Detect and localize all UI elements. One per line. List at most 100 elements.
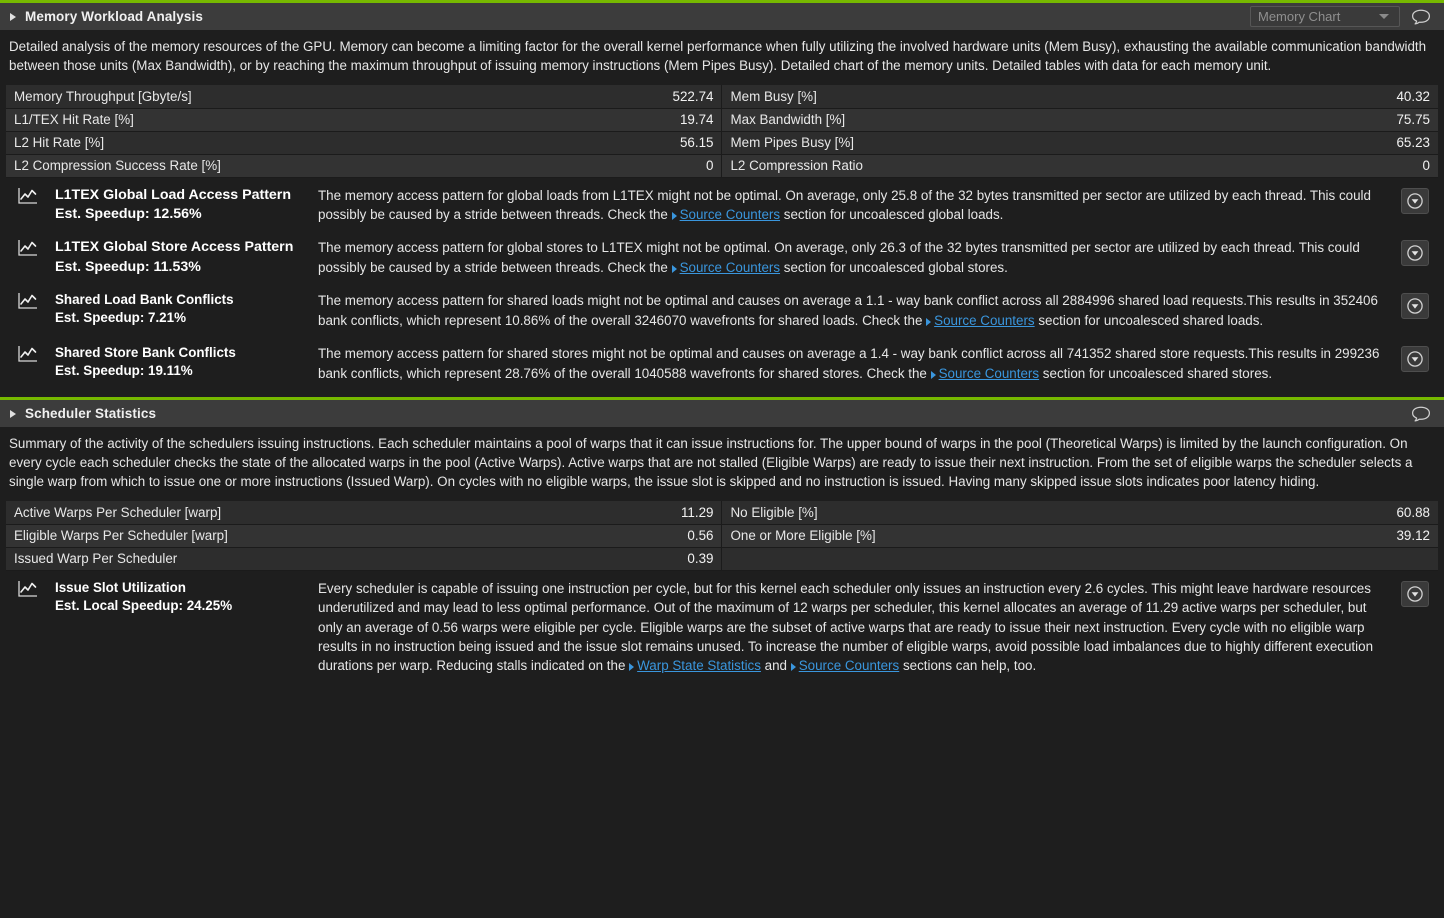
- recommendation-row: L1TEX Global Store Access Pattern Est. Sp…: [0, 238, 1444, 277]
- metric-value: 0.39: [385, 547, 723, 571]
- recommendations-list: Issue Slot Utilization Est. Local Speedup…: [0, 579, 1444, 676]
- recommendation-body: The memory access pattern for shared sto…: [318, 344, 1390, 383]
- metric-name: L1/TEX Hit Rate [%]: [6, 108, 386, 132]
- recommendation-gap: [0, 224, 1444, 238]
- metric-value: 0.56: [385, 524, 723, 548]
- recommendation-icon-cell: [0, 291, 55, 311]
- metric-name-secondary: Mem Busy [%]: [721, 85, 1102, 109]
- metric-value-secondary: 40.32: [1101, 85, 1438, 109]
- section-header-memory-workload-analysis[interactable]: Memory Workload Analysis Memory Chart: [0, 3, 1444, 30]
- metric-name: Issued Warp Per Scheduler: [6, 547, 386, 571]
- recommendation-action-cell: [1390, 344, 1440, 373]
- recommendation-expand-button[interactable]: [1401, 580, 1429, 607]
- section-link[interactable]: Warp State Statistics: [629, 658, 761, 673]
- table-row[interactable]: L2 Hit Rate [%] 56.15 Mem Pipes Busy [%] 65…: [6, 131, 1438, 155]
- triangle-right-icon: [790, 663, 796, 672]
- triangle-right-icon: [926, 317, 932, 326]
- recommendation-action-cell: [1390, 186, 1440, 214]
- speech-bubble-icon: [1411, 9, 1431, 25]
- metric-value-secondary: 39.12: [1101, 524, 1438, 548]
- section-title: Memory Workload Analysis: [25, 9, 203, 24]
- recommendation-action-cell: [1390, 579, 1440, 607]
- triangle-right-icon[interactable]: [10, 409, 16, 418]
- recommendation-action-cell: [1390, 291, 1440, 320]
- circle-chevron-down-icon: [1407, 298, 1423, 315]
- profiler-report-page: Memory Workload Analysis Memory Chart Deta…: [0, 0, 1444, 676]
- table-row[interactable]: Eligible Warps Per Scheduler [warp] 0.56 O…: [6, 524, 1438, 548]
- recommendation-speedup: Est. Speedup: 12.56%: [55, 205, 202, 222]
- metric-value-secondary: 65.23: [1101, 131, 1438, 155]
- recommendation-title-cell: Shared Load Bank Conflicts Est. Speedup: …: [55, 291, 318, 327]
- recommendation-expand-button[interactable]: [1401, 293, 1429, 320]
- recommendations-list: L1TEX Global Load Access Pattern Est. Spe…: [0, 186, 1444, 384]
- recommendation-title-cell: Issue Slot Utilization Est. Local Speedup…: [55, 579, 318, 615]
- section-link[interactable]: Source Counters: [930, 366, 1039, 381]
- line-chart-icon: [17, 346, 37, 362]
- table-row[interactable]: Active Warps Per Scheduler [warp] 11.29 No…: [6, 501, 1438, 525]
- metrics-table: Active Warps Per Scheduler [warp] 11.29 No…: [6, 501, 1438, 571]
- recommendation-row: Issue Slot Utilization Est. Local Speedup…: [0, 579, 1444, 676]
- recommendation-body: The memory access pattern for global sto…: [318, 238, 1390, 277]
- section-memory-workload-analysis: Memory Workload Analysis Memory Chart Deta…: [0, 0, 1444, 397]
- section-link[interactable]: Source Counters: [790, 658, 900, 674]
- recommendation-text: section for uncoalesced shared loads.: [1034, 312, 1264, 328]
- metric-name: Eligible Warps Per Scheduler [warp]: [6, 524, 386, 548]
- comments-button[interactable]: [1408, 403, 1434, 425]
- section-link[interactable]: Source Counters: [671, 260, 780, 275]
- comments-button[interactable]: [1408, 6, 1434, 28]
- metric-value-secondary: 60.88: [1101, 501, 1438, 525]
- recommendation-title: Shared Store Bank Conflicts: [55, 345, 236, 361]
- recommendation-title-cell: L1TEX Global Store Access Pattern Est. Sp…: [55, 238, 318, 276]
- recommendation-text: section for uncoalesced shared stores.: [1039, 365, 1273, 381]
- metric-value-secondary: [1101, 547, 1438, 571]
- chart-select[interactable]: Memory Chart: [1250, 6, 1400, 27]
- recommendation-expand-button[interactable]: [1401, 240, 1429, 267]
- recommendation-expand-button[interactable]: [1401, 187, 1429, 214]
- section-header-scheduler-statistics[interactable]: Scheduler Statistics: [0, 400, 1444, 428]
- section-description: Detailed analysis of the memory resource…: [9, 39, 1427, 74]
- chevron-down-icon[interactable]: [1379, 14, 1389, 19]
- circle-chevron-down-icon: [1407, 351, 1423, 367]
- line-chart-icon: [17, 240, 37, 257]
- table-row[interactable]: L1/TEX Hit Rate [%] 19.74 Max Bandwidth [%…: [6, 108, 1438, 132]
- metric-name-secondary: Mem Pipes Busy [%]: [721, 131, 1102, 155]
- recommendation-title: L1TEX Global Store Access Pattern: [55, 239, 294, 256]
- metric-name-secondary: One or More Eligible [%]: [721, 524, 1102, 548]
- table-row[interactable]: L2 Compression Success Rate [%] 0 L2 Compr…: [6, 154, 1438, 178]
- speech-bubble-icon: [1411, 406, 1431, 422]
- metric-value: 11.29: [385, 501, 723, 525]
- metric-value: 19.74: [385, 108, 723, 132]
- circle-chevron-down-icon: [1407, 192, 1423, 209]
- recommendation-title-cell: L1TEX Global Load Access Pattern Est. Spe…: [55, 186, 318, 224]
- table-row[interactable]: Memory Throughput [Gbyte/s] 522.74 Mem Bus…: [6, 85, 1438, 109]
- circle-chevron-down-icon: [1407, 585, 1423, 602]
- metric-name-secondary: [721, 547, 1102, 571]
- metric-name-secondary: L2 Compression Ratio: [721, 154, 1102, 178]
- recommendation-title: L1TEX Global Load Access Pattern: [55, 186, 291, 203]
- section-link[interactable]: Source Counters: [926, 312, 1035, 328]
- recommendation-icon-cell: [0, 344, 55, 364]
- recommendation-speedup: Est. Speedup: 7.21%: [55, 310, 186, 326]
- table-row[interactable]: Issued Warp Per Scheduler 0.39: [6, 547, 1438, 571]
- recommendation-text: sections can help, too.: [899, 658, 1037, 674]
- recommendation-action-cell: [1390, 238, 1440, 267]
- triangle-right-icon: [671, 264, 677, 273]
- metric-name: L2 Hit Rate [%]: [6, 131, 386, 155]
- triangle-right-icon: [629, 663, 635, 672]
- recommendation-body: The memory access pattern for shared loa…: [318, 291, 1390, 330]
- circle-chevron-down-icon: [1407, 245, 1423, 262]
- metric-value: 522.74: [385, 85, 723, 109]
- section-link[interactable]: Source Counters: [671, 207, 780, 222]
- metrics-table: Memory Throughput [Gbyte/s] 522.74 Mem Bus…: [6, 85, 1438, 178]
- section-link-label: Source Counters: [798, 658, 900, 674]
- recommendation-icon-cell: [0, 579, 55, 599]
- section-link-label: Source Counters: [934, 312, 1035, 328]
- metric-value: 0: [385, 154, 723, 178]
- recommendation-text: section for uncoalesced global loads.: [780, 207, 1004, 222]
- triangle-right-icon[interactable]: [10, 12, 16, 21]
- recommendation-expand-button[interactable]: [1401, 346, 1429, 373]
- section-link-label: Warp State Statistics: [637, 658, 761, 674]
- line-chart-icon: [17, 293, 37, 309]
- recommendation-speedup: Est. Speedup: 19.11%: [55, 363, 193, 379]
